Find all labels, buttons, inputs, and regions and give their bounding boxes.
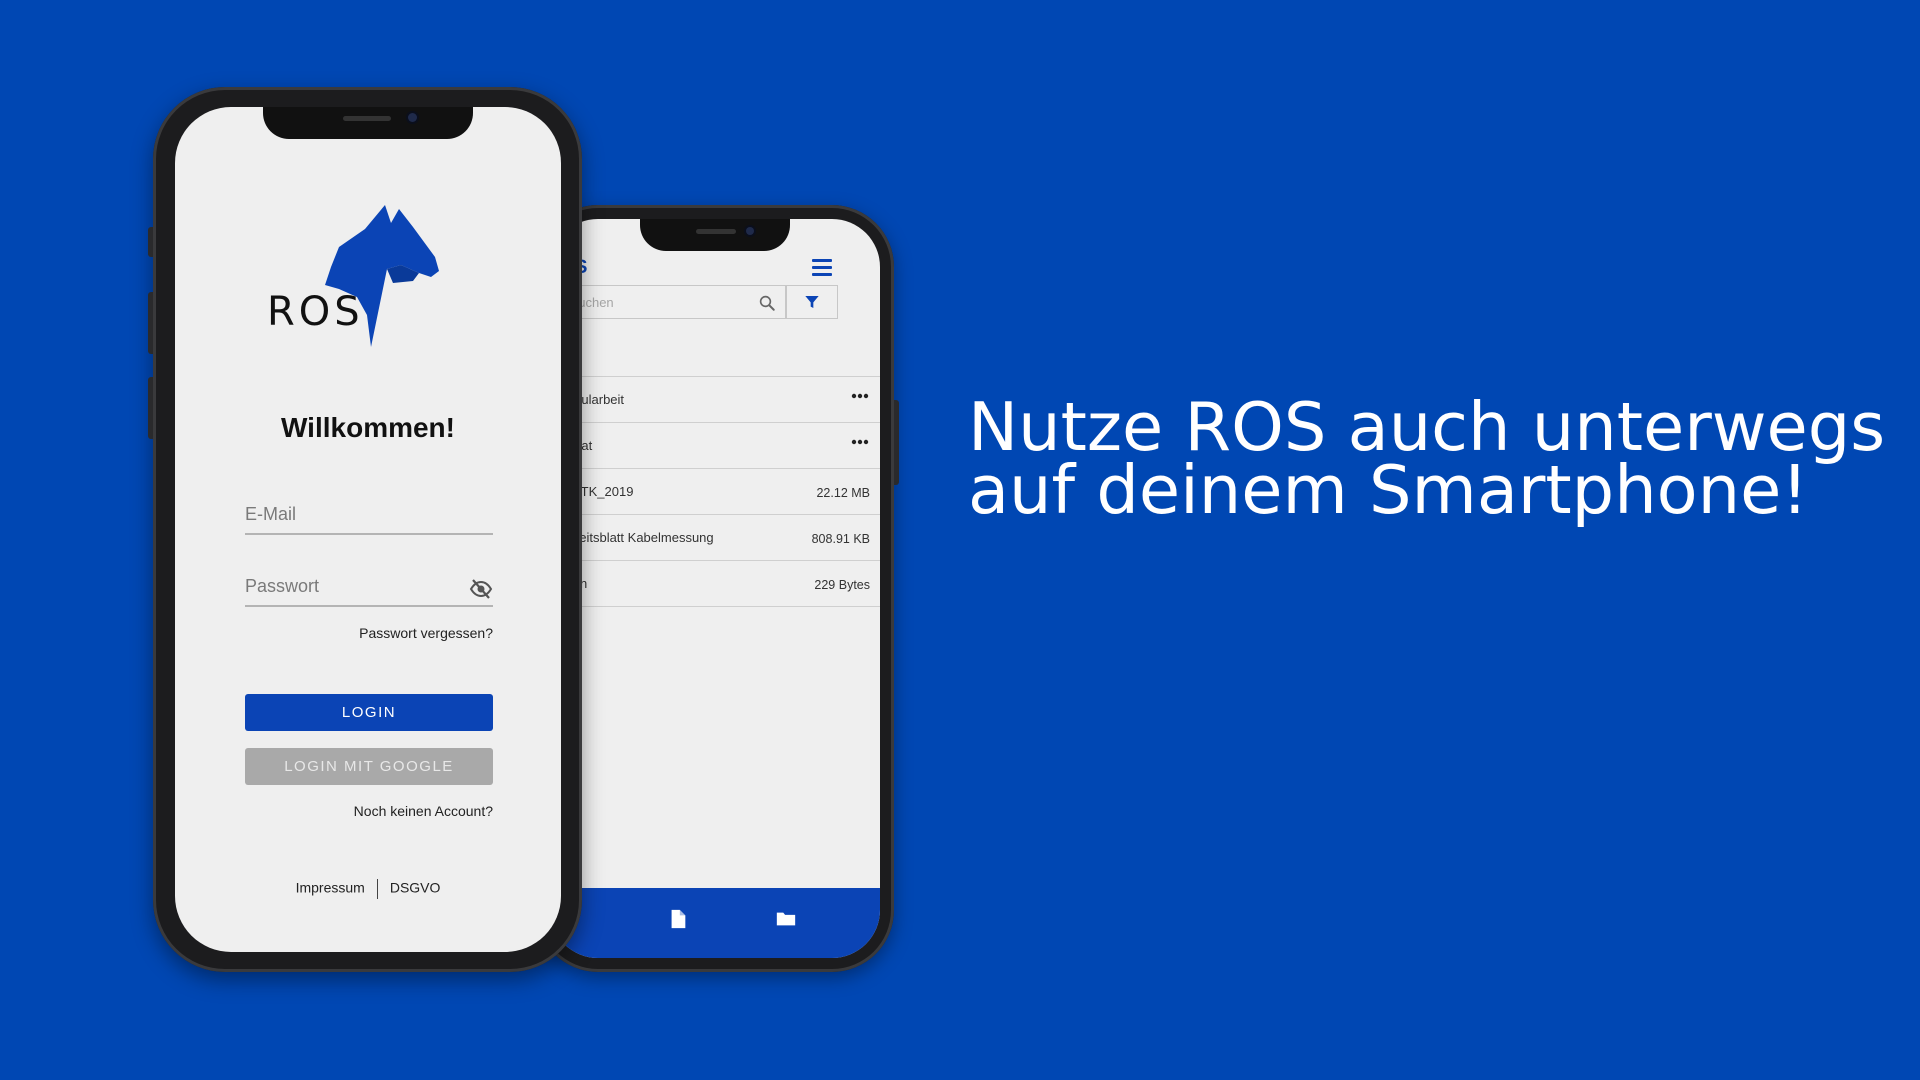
password-field: [245, 569, 493, 607]
list-item[interactable]: Arbeitsblatt Kabelmessung 808.91 KB: [550, 515, 880, 561]
headline-line-2: auf deinem Smartphone!: [968, 451, 1809, 529]
file-icon[interactable]: [667, 908, 689, 930]
folder-icon[interactable]: [775, 908, 797, 930]
filter-button[interactable]: [786, 285, 838, 319]
phone-side-button: [148, 377, 153, 439]
list-item[interactable]: Schularbeit: [550, 377, 880, 423]
horse-logo-icon: ROS: [267, 205, 439, 347]
headline-line-1: Nutze ROS auch unterwegs: [968, 388, 1886, 466]
login-button[interactable]: LOGIN: [245, 694, 493, 731]
phone-notch: [640, 219, 790, 251]
welcome-heading: Willkommen!: [281, 412, 455, 443]
ros-logo: ROS: [267, 197, 477, 347]
dsgvo-link[interactable]: DSGVO: [390, 880, 441, 896]
hamburger-menu-icon[interactable]: [812, 259, 832, 277]
filter-icon: [805, 296, 819, 308]
list-item[interactable]: main 229 Bytes: [550, 561, 880, 607]
item-size: 229 Bytes: [814, 578, 870, 592]
item-size: 22.12 MB: [816, 486, 870, 500]
files-screen: OS Schularbeit Pr: [550, 219, 880, 958]
login-screen: ROS Willkommen! Passwort vergessen? LOGI…: [175, 107, 561, 952]
more-options-icon[interactable]: [850, 389, 870, 403]
footer-divider: [376, 879, 378, 899]
register-link[interactable]: Noch keinen Account?: [354, 803, 493, 819]
phone-notch: [263, 107, 473, 139]
list-item[interactable]: Privat: [550, 423, 880, 469]
email-field: [245, 497, 493, 535]
footer-links: Impressum DSGVO: [175, 879, 561, 899]
phone-side-button: [148, 292, 153, 354]
bottom-navigation: [550, 888, 880, 958]
headline: Nutze ROS auch unterwegs auf deinem Smar…: [968, 388, 1886, 529]
more-options-icon[interactable]: [850, 435, 870, 449]
file-list: Schularbeit Privat NWTK_2019 22.12 MB Ar…: [550, 376, 880, 607]
item-name: Arbeitsblatt Kabelmessung: [559, 530, 714, 545]
forgot-password-link[interactable]: Passwort vergessen?: [359, 625, 493, 641]
search-bar: [550, 285, 786, 319]
list-item[interactable]: NWTK_2019 22.12 MB: [550, 469, 880, 515]
phone-side-button: [894, 400, 899, 485]
phone-side-button: [148, 227, 153, 257]
phone-login: ROS Willkommen! Passwort vergessen? LOGI…: [148, 87, 582, 972]
phone-files: OS Schularbeit Pr: [536, 205, 899, 972]
logo-text: ROS: [267, 289, 364, 335]
password-input[interactable]: [245, 569, 455, 603]
search-icon[interactable]: [758, 294, 776, 312]
impressum-link[interactable]: Impressum: [296, 880, 365, 896]
google-login-button[interactable]: LOGIN MIT GOOGLE: [245, 748, 493, 785]
item-size: 808.91 KB: [811, 532, 870, 546]
email-input[interactable]: [245, 497, 455, 531]
visibility-off-icon[interactable]: [469, 577, 493, 601]
